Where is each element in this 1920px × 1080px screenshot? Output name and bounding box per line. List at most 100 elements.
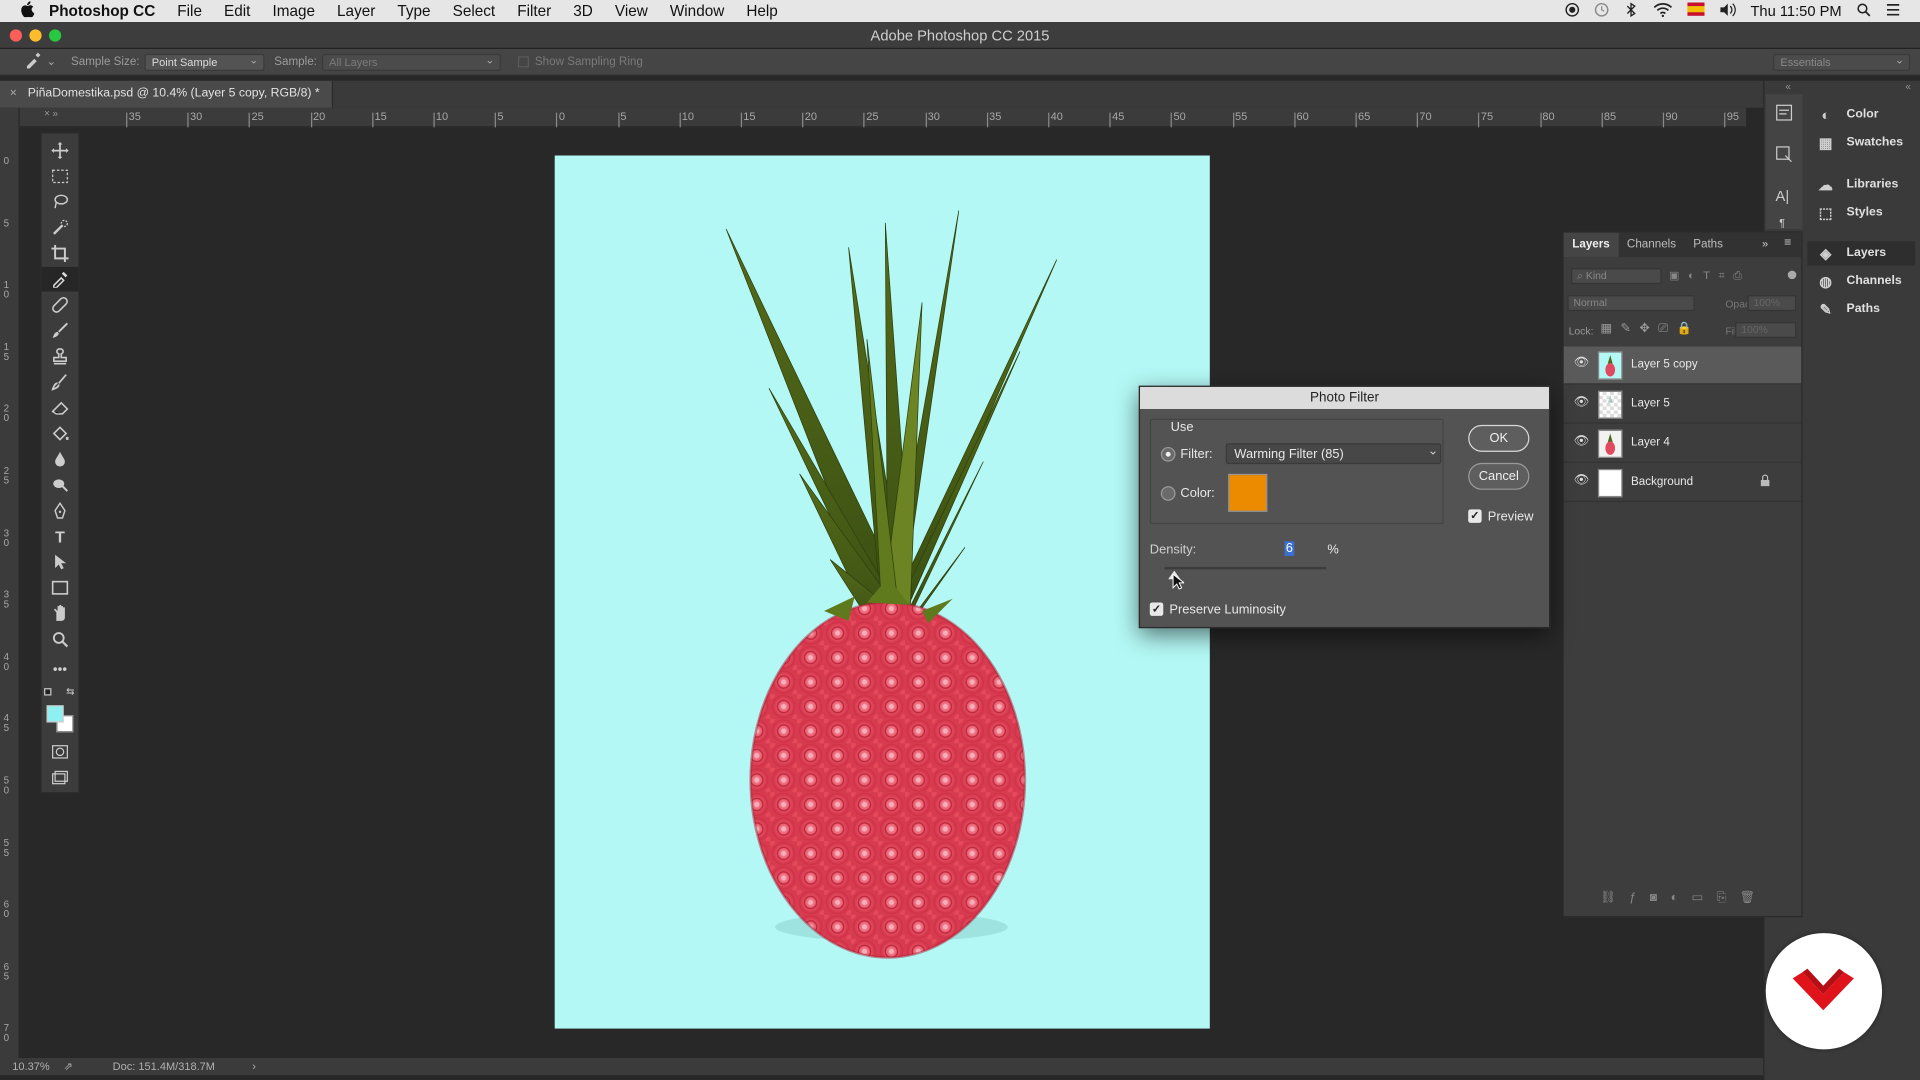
marquee-tool-icon[interactable] [42, 164, 79, 188]
tab-layers[interactable]: Layers [1563, 232, 1619, 258]
filter-color-swatch[interactable] [1228, 473, 1268, 512]
lasso-tool-icon[interactable] [42, 190, 79, 214]
layer-row-layer-4[interactable]: 👁 Layer 4 [1563, 425, 1802, 463]
hand-tool-icon[interactable] [42, 601, 79, 625]
type-tool-icon[interactable]: T [42, 524, 79, 548]
history-icon[interactable] [1776, 104, 1793, 121]
layer-kind-filter[interactable]: ⌕ Kind [1571, 268, 1662, 285]
paint-bucket-tool-icon[interactable] [42, 421, 79, 445]
visibility-eye-icon[interactable]: 👁 [1573, 357, 1589, 370]
filter-toggle-icon[interactable] [1787, 270, 1797, 280]
menu-layer[interactable]: Layer [337, 2, 375, 19]
dock-color[interactable]: ◐ Color [1807, 103, 1915, 127]
layer-row-layer-5[interactable]: 👁 Layer 5 [1563, 386, 1802, 424]
menu-view[interactable]: View [615, 2, 648, 19]
horizontal-ruler[interactable]: 35 30 25 20 15 10 5 0 5 10 15 20 25 30 35 40 45 50 55 60 65 7… [19, 107, 1747, 128]
filter-radio[interactable] [1160, 446, 1176, 462]
zoom-window-button[interactable] [48, 29, 62, 42]
menu-edit[interactable]: Edit [224, 2, 250, 19]
menu-3d[interactable]: 3D [573, 2, 593, 19]
clone-stamp-tool-icon[interactable] [42, 344, 79, 368]
dock-expand-icon[interactable]: « [1905, 81, 1910, 92]
volume-icon[interactable] [1719, 2, 1736, 20]
preserve-luminosity-checkbox[interactable]: ✓ [1149, 602, 1164, 616]
workspace-switcher[interactable]: Essentials [1773, 52, 1911, 71]
flag-icon[interactable] [1686, 2, 1704, 19]
close-window-button[interactable] [9, 29, 23, 42]
menu-window[interactable]: Window [670, 2, 724, 19]
history-brush-tool-icon[interactable] [42, 370, 79, 394]
document-canvas[interactable] [554, 155, 1210, 1029]
bluetooth-icon[interactable] [1623, 1, 1638, 20]
dock-styles[interactable]: ⬚ Styles [1807, 201, 1915, 225]
more-tools-icon[interactable]: ••• [42, 658, 79, 682]
filter-select[interactable]: Warming Filter (85) ⌄ [1225, 443, 1442, 465]
zoom-level[interactable]: 10.37% [12, 1058, 49, 1075]
menu-file[interactable]: File [177, 2, 202, 19]
dock-swatches[interactable]: ▦ Swatches [1807, 131, 1915, 155]
dock-libraries[interactable]: ☁ Libraries [1807, 173, 1915, 197]
visibility-eye-icon[interactable]: 👁 [1573, 474, 1589, 487]
layers-footer-icons[interactable]: ⛓ƒ◙◐▭⎘🗑 [1600, 891, 1768, 904]
wifi-icon[interactable] [1652, 2, 1672, 20]
dock-paths[interactable]: ✎ Paths [1807, 298, 1915, 322]
crop-tool-icon[interactable] [42, 241, 79, 265]
default-colors-icon[interactable] [44, 688, 52, 696]
foreground-color-swatch[interactable] [46, 705, 64, 723]
menu-select[interactable]: Select [453, 2, 496, 19]
layer-row-layer-5-copy[interactable]: 👁 Layer 5 copy [1563, 346, 1802, 385]
panel-collapse-icon[interactable]: » [1762, 238, 1768, 250]
spotlight-search-icon[interactable] [1856, 2, 1871, 20]
layer-row-background[interactable]: 👁 Background [1563, 464, 1802, 503]
document-size[interactable]: Doc: 151.4M/318.7M [113, 1058, 215, 1075]
sample-select[interactable]: All Layers [321, 52, 501, 71]
show-sampling-ring-checkbox[interactable] [517, 56, 529, 68]
menu-filter[interactable]: Filter [517, 2, 551, 19]
eraser-tool-icon[interactable] [42, 396, 79, 420]
export-icon[interactable]: ⇗ [64, 1058, 73, 1075]
screen-mode-icon[interactable] [42, 765, 79, 789]
tab-channels[interactable]: Channels [1618, 233, 1684, 257]
status-menu-arrow-icon[interactable]: › [252, 1058, 256, 1075]
dodge-tool-icon[interactable] [42, 473, 79, 497]
sample-size-select[interactable]: Point Sample [144, 52, 265, 71]
blur-tool-icon[interactable] [42, 447, 79, 471]
eyedropper-tool-icon[interactable] [41, 266, 79, 292]
preview-checkbox[interactable]: ✓ [1468, 509, 1482, 523]
density-input[interactable]: 6 [1284, 540, 1317, 558]
menu-app-name[interactable]: Photoshop CC [49, 2, 155, 19]
rectangle-tool-icon[interactable] [42, 576, 79, 600]
tools-collapse-icon[interactable]: × » [44, 108, 73, 120]
tab-paths[interactable]: Paths [1685, 233, 1732, 257]
apple-icon[interactable] [20, 1, 37, 21]
brush-tool-icon[interactable] [42, 318, 79, 342]
visibility-eye-icon[interactable]: 👁 [1573, 396, 1589, 409]
panel-menu-icon[interactable]: ≡ [1784, 236, 1791, 249]
paragraph-icon[interactable]: ¶ [1779, 217, 1789, 229]
notification-center-icon[interactable] [1886, 2, 1901, 20]
zoom-tool-icon[interactable] [42, 627, 79, 651]
tool-preset-chevron-icon[interactable]: ⌄ [47, 55, 57, 68]
clock-text[interactable]: Thu 11:50 PM [1750, 2, 1841, 19]
menu-image[interactable]: Image [272, 2, 315, 19]
character-icon[interactable]: A| [1776, 187, 1793, 204]
pen-tool-icon[interactable] [42, 498, 79, 522]
fill-input[interactable]: 100% [1735, 322, 1797, 338]
properties-icon[interactable] [1776, 146, 1793, 163]
density-slider-track[interactable] [1164, 566, 1327, 570]
record-icon[interactable] [1564, 2, 1579, 20]
opacity-input[interactable]: 100% [1747, 295, 1797, 312]
ok-button[interactable]: OK [1468, 424, 1530, 452]
lock-icons[interactable]: ▦✎✥⎚🔒 [1600, 322, 1700, 335]
swap-colors-icon[interactable]: ⇆ [66, 686, 74, 697]
document-tab[interactable]: × PiñaDomestika.psd @ 10.4% (Layer 5 cop… [0, 80, 334, 108]
time-machine-icon[interactable] [1594, 2, 1609, 20]
move-tool-icon[interactable] [42, 138, 79, 162]
quick-mask-icon[interactable] [42, 740, 79, 764]
blend-mode-select[interactable]: Normal [1567, 295, 1695, 312]
dock-layers[interactable]: ◈ Layers [1807, 241, 1916, 266]
dock-collapse-icon[interactable]: « [1785, 81, 1790, 92]
layer-filter-icons[interactable]: ▣◐T⌗⎙ [1669, 269, 1751, 282]
vertical-ruler[interactable]: 0 5 1 0 1 5 2 0 2 5 3 0 3 5 4 0 4 5 5 0 5 5 6 0 6 5 7 … [0, 107, 20, 1058]
menu-help[interactable]: Help [746, 2, 777, 19]
